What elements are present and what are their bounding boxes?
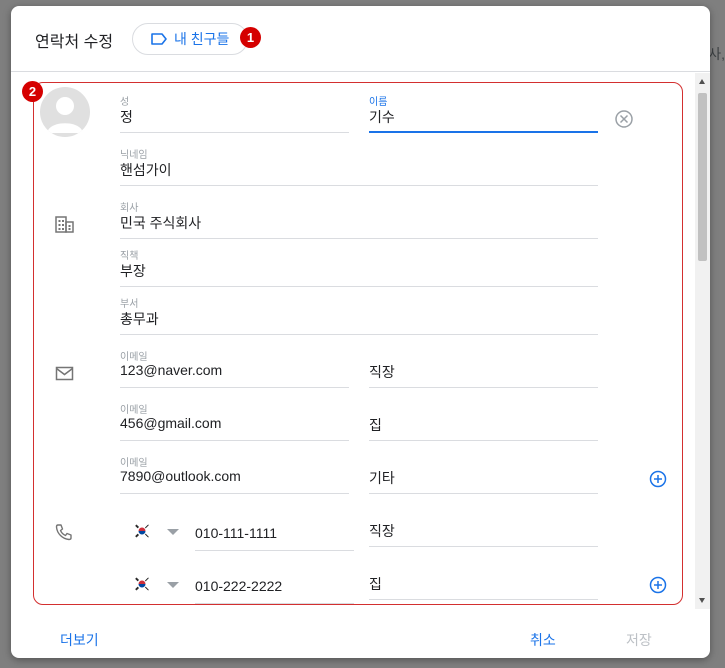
email-value: 456@gmail.com (120, 415, 222, 431)
email-type-select-3[interactable]: 기타 (369, 454, 598, 494)
phone-type-select-2[interactable]: 집 (369, 560, 598, 600)
job-title-label: 직책 (120, 251, 139, 262)
email-value: 7890@outlook.com (120, 468, 241, 484)
country-dropdown-1[interactable] (167, 529, 179, 535)
phone-icon (55, 523, 73, 546)
label-chip-text: 내 친구들 (174, 31, 230, 47)
job-title-value: 부장 (120, 263, 146, 279)
company-value: 민국 주식회사 (120, 215, 202, 231)
phone-value: 010-111-1111 (195, 525, 277, 541)
company-field[interactable]: 회사 민국 주식회사 (120, 199, 598, 239)
dialog-footer: 더보기 취소 저장 (11, 610, 710, 658)
scrollbar[interactable] (695, 73, 710, 609)
last-name-value: 정 (120, 109, 133, 125)
cancel-button[interactable]: 취소 (530, 630, 556, 650)
business-icon (55, 215, 75, 238)
last-name-label: 성 (120, 97, 130, 108)
email-label: 이메일 (120, 405, 148, 416)
dialog-title: 연락처 수정 (35, 34, 114, 51)
label-icon (151, 33, 167, 45)
nickname-value: 핸섬가이 (120, 162, 172, 178)
email-value: 123@naver.com (120, 362, 223, 378)
first-name-field[interactable]: 이름 기수 (369, 93, 598, 133)
scrollbar-thumb[interactable] (698, 93, 707, 261)
dialog-header: 연락처 수정 내 친구들 1 (11, 6, 710, 72)
email-type-select-2[interactable]: 집 (369, 401, 598, 441)
department-label: 부서 (120, 299, 139, 310)
email-field-2[interactable]: 이메일 456@gmail.com (120, 401, 349, 441)
korea-flag-icon (134, 523, 150, 539)
annotation-badge-1: 1 (240, 27, 261, 48)
phone-type-value: 집 (369, 576, 382, 592)
email-type-value: 집 (369, 417, 382, 433)
job-title-field[interactable]: 직책 부장 (120, 247, 598, 287)
email-type-value: 기타 (369, 470, 395, 486)
save-button[interactable]: 저장 (626, 630, 652, 650)
annotation-badge-2: 2 (22, 81, 43, 102)
email-label: 이메일 (120, 352, 148, 363)
email-type-value: 직장 (369, 364, 395, 380)
first-name-value: 기수 (369, 109, 395, 125)
last-name-field[interactable]: 성 정 (120, 93, 349, 133)
email-field-1[interactable]: 이메일 123@naver.com (120, 348, 349, 388)
clear-icon[interactable] (614, 109, 634, 134)
email-label: 이메일 (120, 458, 148, 469)
company-label: 회사 (120, 203, 139, 214)
background-text: 사, (708, 46, 725, 62)
add-email-icon[interactable] (649, 470, 667, 493)
avatar-icon[interactable] (40, 87, 90, 137)
add-phone-icon[interactable] (649, 576, 667, 599)
email-icon (55, 366, 75, 387)
phone-field-2[interactable]: 010-222-2222 (195, 564, 354, 604)
scroll-up-arrow-icon[interactable] (699, 79, 705, 84)
email-type-select-1[interactable]: 직장 (369, 348, 598, 388)
edit-contact-dialog: 연락처 수정 내 친구들 1 성 정 이름 기수 닉네임 핸섬가이 회사 민국 … (11, 6, 710, 658)
nickname-label: 닉네임 (120, 150, 148, 161)
nickname-field[interactable]: 닉네임 핸섬가이 (120, 146, 598, 186)
department-value: 총무과 (120, 311, 159, 327)
country-dropdown-2[interactable] (167, 582, 179, 588)
phone-field-1[interactable]: 010-111-1111 (195, 511, 354, 551)
department-field[interactable]: 부서 총무과 (120, 295, 598, 335)
more-button[interactable]: 더보기 (60, 630, 99, 650)
korea-flag-icon (134, 576, 150, 592)
scroll-down-arrow-icon[interactable] (699, 598, 705, 603)
contact-form: 성 정 이름 기수 닉네임 핸섬가이 회사 민국 주식회사 직책 부장 부서 총… (11, 73, 695, 609)
label-chip[interactable]: 내 친구들 (132, 23, 248, 55)
phone-type-select-1[interactable]: 직장 (369, 507, 598, 547)
first-name-label: 이름 (369, 97, 388, 108)
phone-value: 010-222-2222 (195, 578, 283, 594)
email-field-3[interactable]: 이메일 7890@outlook.com (120, 454, 349, 494)
phone-type-value: 직장 (369, 523, 395, 539)
